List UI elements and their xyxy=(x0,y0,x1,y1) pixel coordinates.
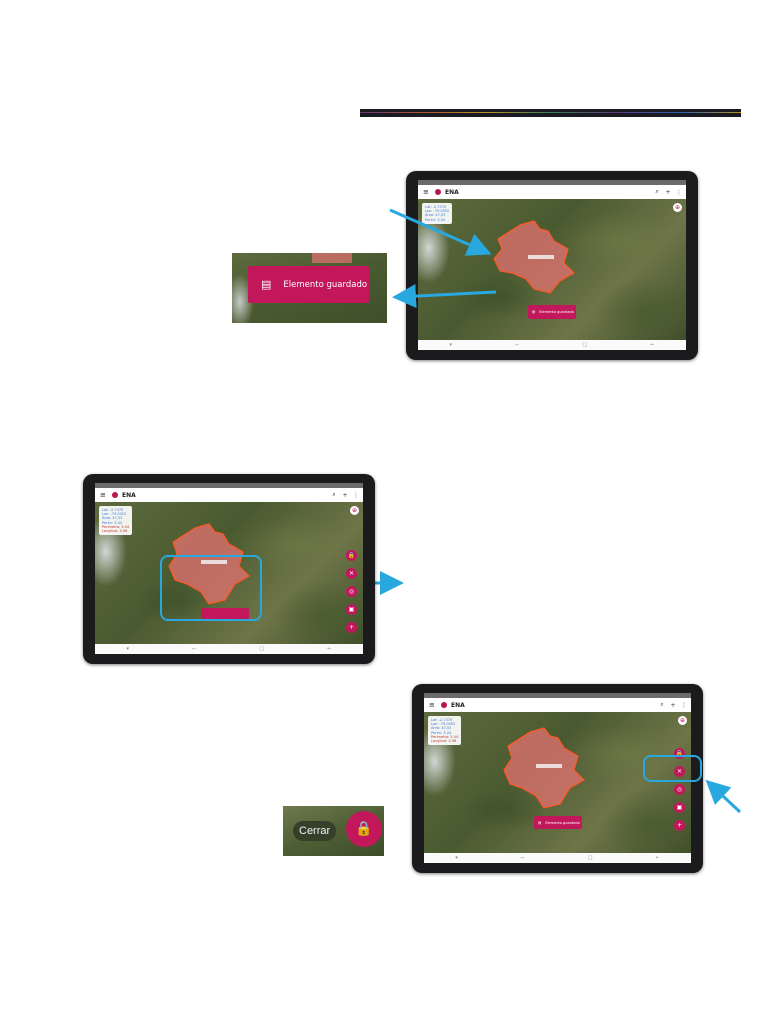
app-logo xyxy=(441,702,447,708)
app-bar: ≡ ENA ⌕ + ⋮ xyxy=(424,698,691,712)
gps-crosshair-icon[interactable]: ⊕ xyxy=(678,716,687,725)
info-line: Longitud: 4.98 xyxy=(431,739,457,744)
more-vert-icon[interactable]: ⋮ xyxy=(680,702,688,709)
measurement-info-box: Lat: -2.7375 Lon: -79.0052 Área: 47,53 P… xyxy=(428,716,462,746)
android-nav-bar: ▾ ⌐ □ ← xyxy=(95,644,363,654)
nav-home-icon[interactable]: □ xyxy=(588,855,593,861)
message-icon: ▤ xyxy=(261,278,272,291)
toast-text: Elemento guardado xyxy=(545,820,580,825)
satellite-map[interactable]: Lat: -2.7375 Lon: -79.0052 Área: 47,53 P… xyxy=(424,712,691,853)
measurement-info-box: Lat: -2.7375 Lon: -79.0052 Área: 47,53 P… xyxy=(99,506,133,536)
polygon-highlight-box xyxy=(160,555,262,621)
app-title: ENA xyxy=(122,491,136,499)
menu-icon[interactable]: ≡ xyxy=(100,491,107,499)
tablet-screenshot-2: ≡ ENA ⌕ + ⋮ Lat: -2.7375 Lon: -79.0052 Á… xyxy=(83,474,375,664)
app-logo xyxy=(112,492,118,498)
gps-crosshair-icon[interactable]: ⊕ xyxy=(350,506,359,515)
close-fab[interactable]: ✕ xyxy=(346,568,357,579)
nav-home-icon[interactable]: □ xyxy=(259,646,264,652)
toast-message: ▤ Elemento guardado xyxy=(534,816,582,829)
nav-hide-icon[interactable]: ▾ xyxy=(455,855,458,861)
zoom-close-crop: Cerrar 🔒 xyxy=(283,806,384,856)
more-vert-icon[interactable]: ⋮ xyxy=(352,492,360,499)
layers-fab[interactable]: ◎ xyxy=(346,586,357,597)
add-fab[interactable]: + xyxy=(346,622,357,633)
nav-back-icon[interactable]: ← xyxy=(655,855,659,861)
lock-fab-zoomed[interactable]: 🔒 xyxy=(346,811,382,847)
add-icon[interactable]: + xyxy=(341,492,349,499)
app-title: ENA xyxy=(451,701,465,709)
info-line: Longitud: 4.98 xyxy=(102,529,128,534)
lock-fab[interactable]: 🔒 xyxy=(346,550,357,561)
add-fab[interactable]: + xyxy=(674,820,685,831)
message-icon: ▤ xyxy=(538,820,542,825)
toast-text: Elemento guardado xyxy=(283,279,368,290)
menu-icon[interactable]: ≡ xyxy=(429,701,436,709)
toast-message-zoomed: ▤ Elemento guardado xyxy=(248,266,369,303)
layers-fab[interactable]: ◎ xyxy=(674,784,685,795)
nav-hide-icon[interactable]: ▾ xyxy=(127,646,130,652)
search-icon[interactable]: ⌕ xyxy=(658,701,666,709)
add-icon[interactable]: + xyxy=(669,702,677,709)
close-tooltip-text: Cerrar xyxy=(299,825,331,837)
app-bar: ≡ ENA ⌕ + ⋮ xyxy=(95,488,363,502)
polygon-edge xyxy=(312,253,352,263)
android-nav-bar: ▾ ⌐ □ ← xyxy=(424,853,691,863)
nav-recent-icon[interactable]: ⌐ xyxy=(521,855,525,861)
nav-recent-icon[interactable]: ⌐ xyxy=(192,646,196,652)
lock-button-highlight-box xyxy=(643,755,702,782)
save-fab[interactable]: ▣ xyxy=(346,604,357,615)
close-tooltip: Cerrar xyxy=(293,821,337,841)
save-fab[interactable]: ▣ xyxy=(674,802,685,813)
lock-icon: 🔒 xyxy=(355,821,373,837)
tablet-screenshot-3: ≡ ENA ⌕ + ⋮ Lat: -2.7375 Lon: -79.0052 Á… xyxy=(412,684,703,873)
search-icon[interactable]: ⌕ xyxy=(330,491,338,499)
nav-back-icon[interactable]: ← xyxy=(327,646,331,652)
polygon-area[interactable] xyxy=(500,726,590,816)
zoom-toast-crop: ▤ Elemento guardado xyxy=(232,253,387,323)
